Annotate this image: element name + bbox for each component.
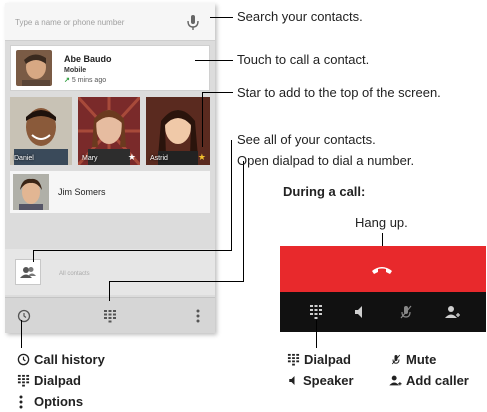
- legend-mute-label: Mute: [406, 352, 437, 367]
- callout-line: [195, 60, 233, 61]
- callout-line: [109, 281, 110, 301]
- contacts-screen: Abe Baudo Mobile ↗5 mins ago Daniel Mary…: [5, 3, 215, 333]
- callout-line: [33, 250, 34, 262]
- legend-options: Options: [17, 394, 83, 409]
- favorite-tile[interactable]: Astrid ★: [146, 97, 210, 165]
- callout-line: [210, 17, 233, 18]
- callout-line: [243, 161, 244, 281]
- legend-add-caller: Add caller: [388, 373, 469, 388]
- legend-dialpad-call: Dialpad: [287, 352, 351, 367]
- callout-line: [202, 92, 233, 93]
- callout-touch: Touch to call a contact.: [237, 52, 370, 67]
- dialpad-icon: [287, 353, 300, 366]
- speaker-icon: [289, 376, 295, 385]
- people-icon: [20, 267, 36, 278]
- contact-name: Jim Somers: [58, 187, 106, 197]
- bottom-nav-bar: [5, 297, 215, 333]
- callout-line: [202, 92, 203, 147]
- microphone-icon[interactable]: [183, 12, 203, 32]
- legend-dialpad-label: Dialpad: [34, 373, 81, 388]
- callout-line: [231, 140, 232, 250]
- legend-add-caller-label: Add caller: [406, 373, 469, 388]
- add-caller-icon: [389, 375, 402, 386]
- callout-open-dialpad: Open dialpad to dial a number.: [237, 153, 415, 168]
- callout-line: [21, 320, 22, 348]
- legend-options-label: Options: [34, 394, 84, 409]
- legend-speaker: Speaker: [287, 373, 354, 388]
- favorite-name: Daniel: [14, 155, 34, 162]
- hang-up-caption: Hang up.: [355, 215, 408, 230]
- dialpad-icon[interactable]: [308, 304, 324, 320]
- contact-photo: [13, 174, 49, 210]
- search-bar: [5, 3, 215, 41]
- legend-mute: Mute: [390, 352, 436, 367]
- legend-call-history: Call history: [17, 352, 105, 367]
- speaker-icon[interactable]: [352, 304, 368, 320]
- recent-call-time: ↗ 5 mins ago: [64, 76, 106, 84]
- all-contacts-row: All contacts: [5, 249, 215, 295]
- favorite-tile[interactable]: Mary ★: [78, 97, 140, 165]
- contact-list-item[interactable]: Jim Somers: [10, 171, 210, 213]
- dialpad-icon[interactable]: [103, 309, 117, 323]
- dialpad-icon: [17, 374, 30, 387]
- callout-line: [33, 250, 232, 251]
- legend-dialpad-call-label: Dialpad: [304, 352, 351, 367]
- callout-line: [109, 281, 244, 282]
- recent-phone-type: Mobile: [64, 67, 87, 74]
- hang-up-icon[interactable]: [370, 257, 394, 281]
- all-contacts-label: All contacts: [59, 271, 90, 277]
- during-call-heading: During a call:: [283, 184, 366, 199]
- legend-speaker-label: Speaker: [303, 373, 354, 388]
- incoming-call-icon: ↗: [64, 77, 70, 84]
- legend-dialpad: Dialpad: [17, 373, 81, 388]
- search-input[interactable]: [15, 15, 180, 29]
- more-options-icon: [19, 395, 23, 408]
- legend-call-history-label: Call history: [34, 352, 105, 367]
- more-options-icon[interactable]: [195, 308, 201, 324]
- recent-contact-name: Abe Baudo: [64, 54, 112, 64]
- star-icon[interactable]: ★: [128, 152, 136, 163]
- mute-icon: [391, 354, 401, 365]
- in-call-controls: [280, 292, 486, 332]
- recent-call-item[interactable]: Abe Baudo Mobile ↗ 5 mins ago: [10, 45, 210, 91]
- favorite-name: Astrid: [150, 155, 168, 162]
- clock-icon: [17, 353, 30, 366]
- callout-search: Search your contacts.: [237, 9, 363, 24]
- star-icon[interactable]: ★: [198, 152, 206, 163]
- callout-line: [316, 320, 317, 348]
- mute-icon[interactable]: [398, 304, 414, 320]
- favorite-tile[interactable]: Daniel: [10, 97, 72, 165]
- contact-photo: [16, 50, 52, 86]
- callout-star: Star to add to the top of the screen.: [237, 85, 441, 100]
- all-contacts-button[interactable]: [15, 259, 41, 285]
- callout-see-all: See all of your contacts.: [237, 132, 376, 147]
- add-caller-icon[interactable]: [444, 304, 460, 320]
- clock-icon[interactable]: [17, 309, 31, 323]
- recent-call-time-text: 5 mins ago: [71, 77, 107, 84]
- favorite-name: Mary: [82, 155, 98, 162]
